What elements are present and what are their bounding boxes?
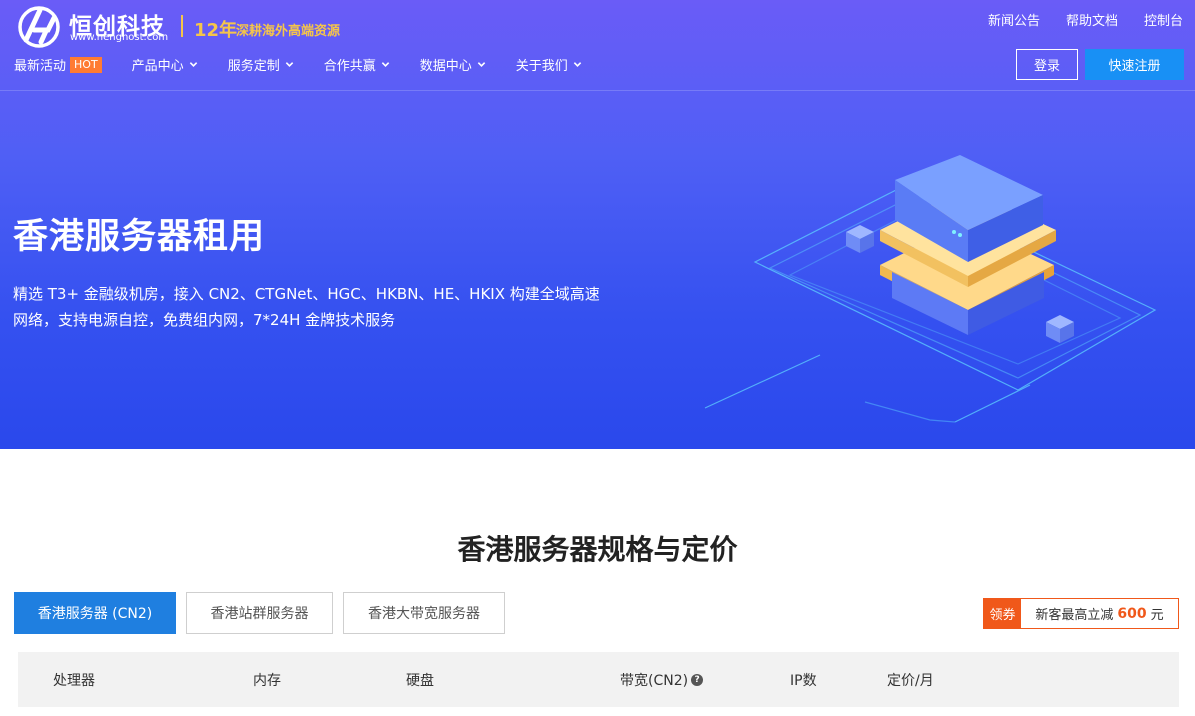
tab-hk-site-group-server[interactable]: 香港站群服务器 [186,592,333,634]
nav-label: 最新活动 [14,59,67,74]
nav-label: 关于我们 [515,59,568,74]
nav-label: 合作共赢 [323,59,376,74]
column-header-memory: 内存 [253,673,281,689]
nav-label: 服务定制 [227,59,280,74]
coupon-unit: 元 [1150,608,1164,623]
top-link-console[interactable]: 控制台 [1144,10,1183,29]
logo-mark-icon [18,6,60,48]
server-illustration-icon [704,155,1157,423]
top-link-help[interactable]: 帮助文档 [1066,10,1118,29]
hero-description: 精选 T3+ 金融级机房，接入 CN2、CTGNet、HGC、HKBN、HE、H… [13,285,600,329]
nav-item-datacenter[interactable]: 数据中心 [420,55,486,74]
nav-item-latest[interactable]: 最新活动 HOT [14,55,102,74]
tab-hk-big-bandwidth-server[interactable]: 香港大带宽服务器 [343,592,505,634]
nav-item-products[interactable]: 产品中心 [132,55,198,74]
chevron-down-icon [189,62,197,67]
nav-item-custom[interactable]: 服务定制 [228,55,294,74]
login-button[interactable]: 登录 [1016,49,1078,80]
logo[interactable]: 恒创科技 www.henghost.com 12年 深耕海外高端资源 [14,4,354,48]
coupon-text: 新客最高立减 600 元 [1021,604,1178,624]
coupon-banner[interactable]: 领券 新客最高立减 600 元 [983,598,1179,629]
top-link-news[interactable]: 新闻公告 [988,10,1040,29]
main-nav: 最新活动 HOT 产品中心 服务定制 合作共赢 数据中心 关于我们 [14,55,612,74]
column-header-price: 定价/月 [887,673,934,689]
chevron-down-icon [477,62,485,67]
nav-item-about[interactable]: 关于我们 [516,55,582,74]
chevron-down-icon [573,62,581,67]
logo-divider [181,15,183,37]
coupon-prefix: 新客最高立减 [1035,608,1114,623]
pricing-table-header: 处理器 内存 硬盘 带宽(CN2) ? IP数 定价/月 [18,652,1179,707]
section-title: 香港服务器规格与定价 [457,533,738,566]
logo-years: 12年 [194,20,238,41]
chevron-down-icon [285,62,293,67]
top-links: 新闻公告 帮助文档 控制台 [988,10,1183,29]
chevron-down-icon [381,62,389,67]
nav-label: 产品中心 [131,59,184,74]
logo-slogan: 深耕海外高端资源 [236,24,341,39]
column-header-ip-count: IP数 [790,673,817,689]
hot-badge: HOT [70,56,102,73]
help-icon[interactable]: ? [691,674,704,686]
register-button[interactable]: 快速注册 [1085,49,1184,80]
nav-divider [0,90,1195,91]
hero-banner: 恒创科技 www.henghost.com 12年 深耕海外高端资源 新闻公告 … [0,0,1195,449]
logo-url: www.henghost.com [70,32,169,43]
hero-title: 香港服务器租用 [13,217,266,257]
column-header-disk: 硬盘 [406,673,434,689]
column-header-cpu: 处理器 [53,673,95,689]
tab-hk-server-cn2[interactable]: 香港服务器 (CN2) [14,592,176,634]
column-header-bandwidth: 带宽(CN2) ? [620,670,704,690]
column-header-bandwidth-label: 带宽(CN2) [620,673,689,689]
nav-item-partner[interactable]: 合作共赢 [324,55,390,74]
coupon-tag: 领券 [984,599,1024,628]
coupon-amount: 600 [1117,605,1147,622]
nav-label: 数据中心 [419,59,472,74]
